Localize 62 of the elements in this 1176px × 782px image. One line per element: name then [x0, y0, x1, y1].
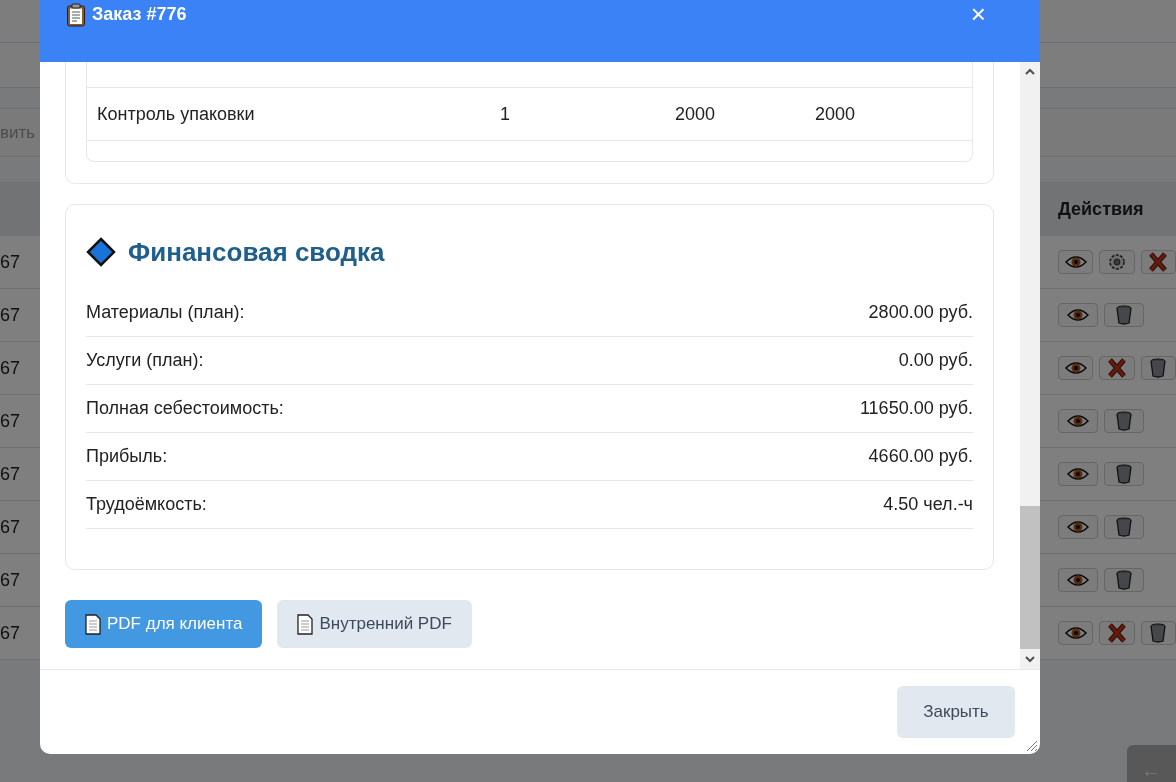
- table-cell: 67: [0, 622, 21, 644]
- delete-button[interactable]: [1140, 356, 1176, 380]
- trash-icon: [1113, 464, 1135, 484]
- table-cell: 67: [0, 410, 21, 432]
- delete-button[interactable]: [1140, 621, 1176, 645]
- view-button[interactable]: [1058, 409, 1098, 433]
- summary-value: 4.50 чел.-ч: [883, 494, 973, 515]
- summary-label: Услуги (план):: [86, 350, 204, 371]
- view-button[interactable]: [1058, 568, 1098, 592]
- column-header: Действия: [1058, 198, 1145, 220]
- summary-label: Трудоёмкость:: [86, 494, 207, 515]
- table-cell: 67: [0, 304, 21, 326]
- cross-icon: [1106, 358, 1128, 378]
- summary-label: Материалы (план):: [86, 302, 245, 323]
- summary-value: 11650.00 руб.: [859, 398, 973, 419]
- table-cell-text: Контроль упаковки: [96, 103, 256, 125]
- view-button[interactable]: [1058, 250, 1094, 274]
- table-cell: 67: [0, 251, 21, 273]
- section-title: Финансовая сводка: [128, 236, 385, 268]
- view-button[interactable]: [1058, 515, 1098, 539]
- summary-label: Полная себестоимость:: [86, 398, 284, 419]
- document-icon: [85, 613, 101, 635]
- trash-icon: [1113, 305, 1135, 325]
- delete-button[interactable]: [1104, 409, 1144, 433]
- settings-button[interactable]: [1099, 250, 1135, 274]
- scroll-thumb[interactable]: [1020, 506, 1040, 649]
- delete-button[interactable]: [1104, 568, 1144, 592]
- cancel-button[interactable]: [1140, 250, 1176, 274]
- view-button[interactable]: [1058, 621, 1094, 645]
- view-button[interactable]: [1058, 462, 1098, 486]
- table-cell-text: 1: [500, 103, 511, 125]
- cancel-button[interactable]: [1099, 621, 1135, 645]
- table-cell: 67: [0, 463, 21, 485]
- pdf-button[interactable]: Внутренний PDF: [277, 600, 472, 648]
- gear-icon: [1106, 252, 1128, 272]
- summary-value: 2800.00 руб.: [868, 302, 973, 323]
- clipboard-icon: [66, 3, 86, 27]
- modal-title: Заказ #776: [92, 3, 187, 25]
- table-cell: 67: [0, 516, 21, 538]
- cross-icon: [1106, 623, 1128, 643]
- close-button[interactable]: ×: [970, 3, 986, 25]
- pdf-button[interactable]: PDF для клиента: [65, 600, 263, 648]
- trash-icon: [1113, 570, 1135, 590]
- cancel-button[interactable]: [1099, 356, 1135, 380]
- trash-icon: [1113, 517, 1135, 537]
- delete-button[interactable]: [1104, 462, 1144, 486]
- close-button[interactable]: Закрыть: [897, 686, 1015, 738]
- trash-icon: [1113, 411, 1135, 431]
- summary-value: 0.00 руб.: [898, 350, 973, 371]
- summary-value: 4660.00 руб.: [868, 446, 973, 467]
- table-cell: 67: [0, 357, 21, 379]
- table-cell: 67: [0, 569, 21, 591]
- view-button[interactable]: [1058, 356, 1094, 380]
- table-cell-text: 2000: [675, 103, 717, 125]
- document-icon: [297, 613, 314, 635]
- table-cell: 2000: [815, 103, 856, 125]
- delete-button[interactable]: [1104, 515, 1144, 539]
- summary-label: Прибыль:: [86, 446, 168, 467]
- scrollbar[interactable]: [1020, 62, 1040, 669]
- view-button[interactable]: [1058, 303, 1098, 327]
- cross-icon: [1147, 252, 1170, 272]
- delete-button[interactable]: [1104, 303, 1144, 327]
